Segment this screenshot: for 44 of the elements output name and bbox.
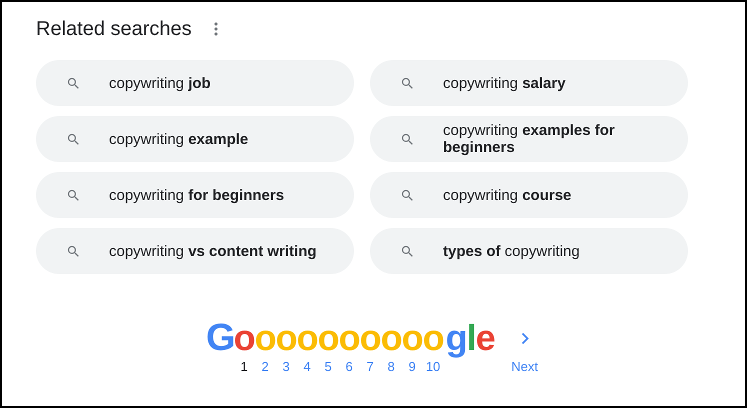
search-icon	[66, 76, 81, 90]
next-page-link[interactable]: Next	[511, 359, 538, 374]
related-search-chip[interactable]: copywriting examples for beginners	[370, 116, 688, 162]
logo-letter: o	[402, 318, 423, 358]
logo-letter: o	[234, 318, 255, 358]
search-icon	[400, 132, 415, 146]
search-icon	[66, 244, 81, 258]
logo-letter: o	[380, 318, 402, 358]
search-icon	[66, 188, 81, 202]
page-number-link[interactable]: 3	[276, 359, 296, 374]
search-icon	[66, 132, 81, 146]
search-icon	[400, 244, 415, 258]
page-number-link[interactable]: 2	[255, 359, 276, 374]
logo-letter: o	[254, 318, 276, 358]
related-search-chip[interactable]: copywriting example	[36, 116, 354, 162]
logo-letter: o	[360, 318, 381, 358]
related-search-chip[interactable]: copywriting for beginners	[36, 172, 354, 218]
related-search-chip[interactable]: copywriting course	[370, 172, 688, 218]
page-number-link[interactable]: 4	[297, 359, 318, 374]
page-number-link[interactable]: 10	[423, 359, 444, 374]
page-number-link[interactable]: 9	[402, 359, 422, 374]
logo-letter: g	[446, 318, 467, 358]
page-number-link[interactable]: 8	[381, 359, 402, 374]
section-title: Related searches	[36, 18, 192, 40]
related-search-chip[interactable]: copywriting job	[36, 60, 354, 106]
logo-letter: l	[466, 318, 476, 358]
page-number-link[interactable]: 6	[339, 359, 360, 374]
logo-letter: o	[338, 318, 360, 358]
page-number-link[interactable]: 7	[360, 359, 380, 374]
logo-letter: e	[476, 318, 495, 358]
related-search-chip[interactable]: copywriting salary	[370, 60, 688, 106]
search-icon	[400, 76, 415, 90]
logo-letter: o	[296, 318, 318, 358]
page-number-link[interactable]: 1	[234, 359, 254, 374]
logo-letter: o	[422, 318, 444, 358]
more-options-icon[interactable]	[214, 22, 218, 36]
logo-letter: o	[276, 318, 297, 358]
related-search-chip[interactable]: types of copywriting	[370, 228, 688, 274]
chevron-right-icon[interactable]	[520, 332, 529, 345]
search-icon	[400, 188, 415, 202]
logo-letter: o	[318, 318, 339, 358]
page-number-link[interactable]: 5	[318, 359, 338, 374]
logo-letter: G	[206, 318, 234, 358]
related-search-chip[interactable]: copywriting vs content writing	[36, 228, 354, 274]
